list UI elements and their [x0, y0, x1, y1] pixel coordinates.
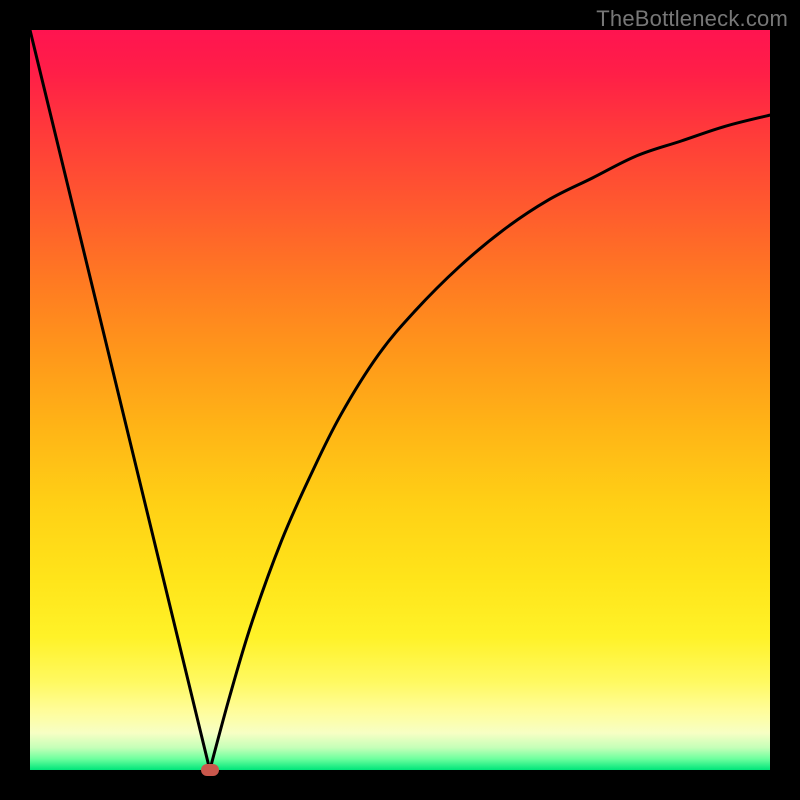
watermark-text: TheBottleneck.com [596, 6, 788, 32]
curve-right-branch [210, 115, 770, 770]
curve-layer [30, 30, 770, 770]
minimum-marker [201, 764, 219, 776]
chart-frame: TheBottleneck.com [0, 0, 800, 800]
curve-left-branch [30, 30, 210, 770]
